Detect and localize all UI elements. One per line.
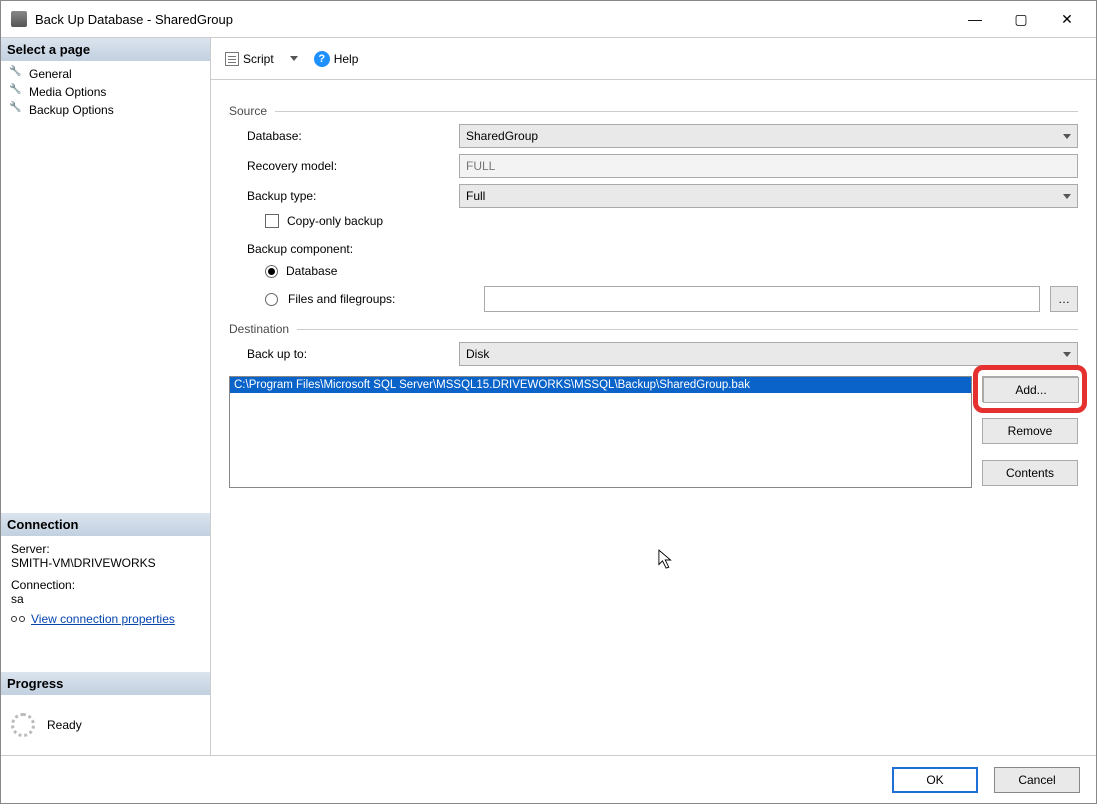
script-icon (225, 52, 239, 66)
database-label: Database: (229, 129, 459, 143)
app-icon (11, 11, 27, 27)
cancel-button[interactable]: Cancel (994, 767, 1080, 793)
maximize-button[interactable]: ▢ (998, 3, 1044, 35)
progress-body: Ready (1, 695, 210, 755)
connection-info: Server: SMITH-VM\DRIVEWORKS Connection: … (1, 536, 210, 632)
recovery-model-label: Recovery model: (229, 159, 459, 173)
server-label: Server: (11, 542, 200, 556)
connection-header: Connection (1, 513, 210, 536)
destination-list[interactable]: C:\Program Files\Microsoft SQL Server\MS… (229, 376, 972, 488)
close-button[interactable]: ✕ (1044, 3, 1090, 35)
wrench-icon (11, 86, 23, 98)
database-combo[interactable]: SharedGroup (459, 124, 1078, 148)
add-button[interactable]: Add... (983, 377, 1079, 403)
backup-component-label: Backup component: (229, 242, 1078, 256)
back-up-to-value: Disk (466, 347, 1063, 361)
script-dropdown-arrow[interactable] (290, 56, 298, 61)
view-connection-properties-link[interactable]: View connection properties (31, 612, 175, 626)
backup-type-label: Backup type: (229, 189, 459, 203)
minimize-button[interactable]: — (952, 3, 998, 35)
sidebar-item-label: Media Options (29, 85, 106, 99)
destination-group-label: Destination (229, 322, 1078, 336)
destination-list-item[interactable]: C:\Program Files\Microsoft SQL Server\MS… (230, 377, 971, 393)
titlebar: Back Up Database - SharedGroup — ▢ ✕ (1, 1, 1096, 37)
help-button[interactable]: ? Help (310, 49, 363, 69)
wrench-icon (11, 68, 23, 80)
radio-filegroups[interactable] (265, 293, 278, 306)
radio-filegroups-label: Files and filegroups: (288, 292, 474, 306)
help-label: Help (334, 52, 359, 66)
radio-database[interactable] (265, 265, 278, 278)
progress-spinner-icon (11, 713, 35, 737)
toolbar: Script ? Help (211, 38, 1096, 80)
dialog-footer: OK Cancel (1, 755, 1096, 803)
copy-only-label: Copy-only backup (287, 214, 383, 228)
source-group-label: Source (229, 104, 1078, 118)
wrench-icon (11, 104, 23, 116)
sidebar-item-label: Backup Options (29, 103, 114, 117)
remove-button[interactable]: Remove (982, 418, 1078, 444)
backup-type-combo[interactable]: Full (459, 184, 1078, 208)
window-title: Back Up Database - SharedGroup (35, 12, 233, 27)
destination-group-text: Destination (229, 322, 289, 336)
script-button[interactable]: Script (221, 50, 278, 68)
back-up-to-label: Back up to: (229, 347, 459, 361)
copy-only-checkbox[interactable] (265, 214, 279, 228)
radio-database-label: Database (286, 264, 337, 278)
recovery-model-field: FULL (459, 154, 1078, 178)
sidebar: Select a page General Media Options Back… (1, 38, 211, 755)
filegroups-input[interactable] (484, 286, 1040, 312)
select-page-header: Select a page (1, 38, 210, 61)
sidebar-item-media-options[interactable]: Media Options (1, 83, 210, 101)
sidebar-item-general[interactable]: General (1, 65, 210, 83)
connection-label: Connection: (11, 578, 200, 592)
recovery-model-value: FULL (466, 159, 495, 173)
back-up-to-combo[interactable]: Disk (459, 342, 1078, 366)
backup-type-value: Full (466, 189, 1063, 203)
progress-status: Ready (47, 718, 82, 732)
sidebar-item-label: General (29, 67, 72, 81)
main-panel: Script ? Help Source Database: SharedGro… (211, 38, 1096, 755)
connection-value: sa (11, 592, 200, 606)
chevron-down-icon (1063, 134, 1071, 139)
ok-button[interactable]: OK (892, 767, 978, 793)
help-icon: ? (314, 51, 330, 67)
filegroups-browse-button[interactable]: … (1050, 286, 1078, 312)
database-value: SharedGroup (466, 129, 1063, 143)
chevron-down-icon (1063, 352, 1071, 357)
source-group-text: Source (229, 104, 267, 118)
contents-button[interactable]: Contents (982, 460, 1078, 486)
chevron-down-icon (1063, 194, 1071, 199)
server-value: SMITH-VM\DRIVEWORKS (11, 556, 200, 570)
network-icon (11, 612, 25, 626)
progress-header: Progress (1, 672, 210, 695)
sidebar-item-backup-options[interactable]: Backup Options (1, 101, 210, 119)
script-label: Script (243, 52, 274, 66)
